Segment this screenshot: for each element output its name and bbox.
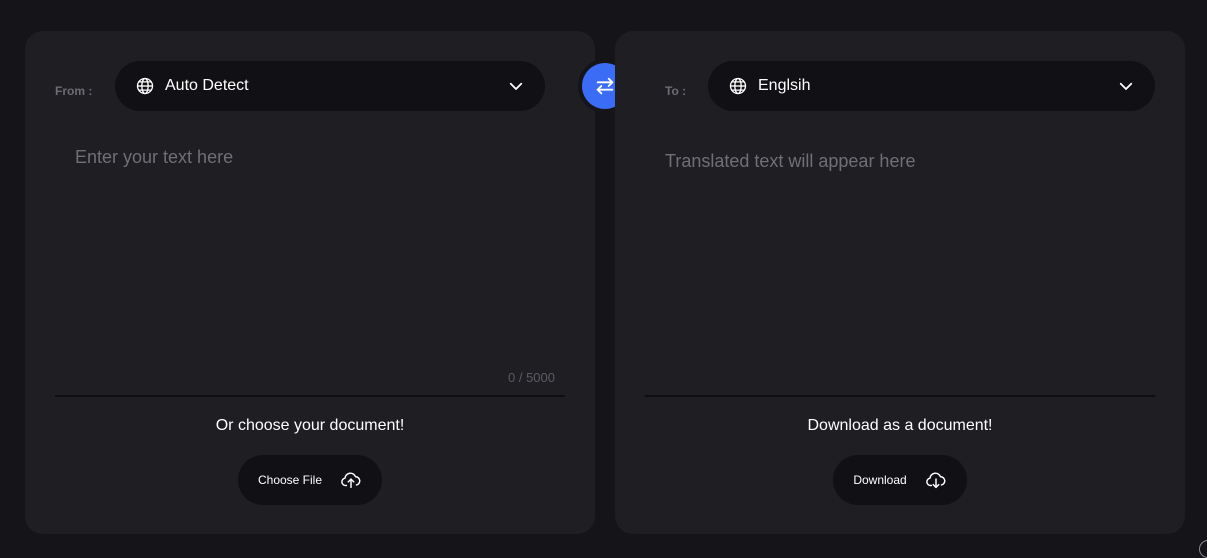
download-button[interactable]: Download <box>833 455 967 505</box>
source-language-label: From : <box>55 84 93 98</box>
target-panel: To : Englsih Translated text will appear… <box>615 31 1185 534</box>
swap-arrows-icon <box>594 75 616 97</box>
upload-caption: Or choose your document! <box>215 417 405 434</box>
globe-icon <box>136 77 154 95</box>
target-language-value: Englsih <box>758 77 811 94</box>
download-caption: Download as a document! <box>807 417 993 434</box>
cloud-download-icon <box>925 469 947 491</box>
corner-widget <box>1199 540 1207 558</box>
target-language-label: To : <box>665 84 687 98</box>
cloud-upload-icon <box>340 469 362 491</box>
choose-file-button[interactable]: Choose File <box>238 455 382 505</box>
target-language-select[interactable]: Englsih <box>708 61 1155 111</box>
download-label: Download <box>853 473 907 487</box>
source-divider <box>55 395 565 397</box>
choose-file-label: Choose File <box>257 473 323 487</box>
character-count: 0 / 5000 <box>508 370 555 385</box>
source-text-input[interactable] <box>55 147 535 377</box>
source-language-select[interactable]: Auto Detect <box>115 61 545 111</box>
source-panel: From : Auto Detect 0 / 5000 Or choose yo… <box>25 31 595 534</box>
globe-icon <box>729 77 747 95</box>
chevron-down-icon[interactable] <box>507 77 525 95</box>
translated-text-output: Translated text will appear here <box>665 151 916 171</box>
target-divider <box>645 395 1155 397</box>
source-language-value: Auto Detect <box>165 77 249 94</box>
chevron-down-icon[interactable] <box>1117 77 1135 95</box>
